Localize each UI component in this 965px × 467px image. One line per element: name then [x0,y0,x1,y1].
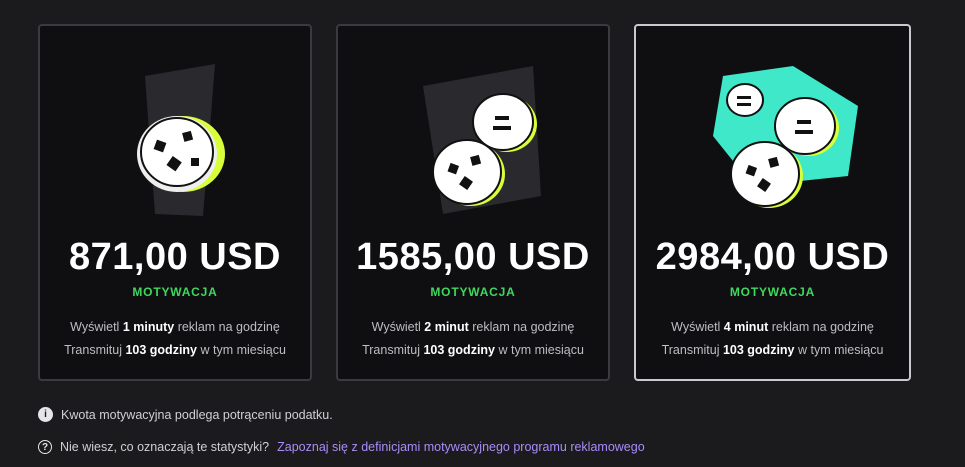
ad-minutes-requirement: Wyświetl 1 minuty reklam na godzinę [70,320,280,334]
incentive-card-2[interactable]: 1585,00 USD MOTYWACJA Wyświetl 2 minut r… [336,24,610,381]
tax-note-text: Kwota motywacyjna podlega potrąceniu pod… [61,407,333,422]
question-icon: ? [38,440,52,454]
stream-hours-requirement: Transmituj 103 godziny w tym miesiącu [661,343,884,357]
info-icon: i [38,407,53,422]
motivation-label: MOTYWACJA [132,285,218,299]
incentive-card-1[interactable]: 871,00 USD MOTYWACJA Wyświetl 1 minuty r… [38,24,312,381]
help-note: ? Nie wiesz, co oznaczają te statystyki?… [38,440,645,454]
incentive-card-3[interactable]: 2984,00 USD MOTYWACJA Wyświetl 4 minut r… [634,24,911,381]
definitions-link[interactable]: Zapoznaj się z definicjami motywacyjnego… [277,440,645,454]
stream-hours-requirement: Transmituj 103 godziny w tym miesiącu [362,343,584,357]
coin-illustration-single [40,46,310,241]
motivation-label: MOTYWACJA [430,285,516,299]
coin-illustration-triple [636,46,909,241]
tax-note: i Kwota motywacyjna podlega potrąceniu p… [38,407,333,422]
incentive-amount: 1585,00 USD [356,236,590,278]
incentive-amount: 871,00 USD [68,236,281,278]
coin-illustration-double [338,46,608,241]
ad-minutes-requirement: Wyświetl 4 minut reklam na godzinę [671,320,874,334]
incentive-amount: 2984,00 USD [655,236,890,278]
help-note-text: Nie wiesz, co oznaczają te statystyki? [60,440,270,454]
stream-hours-requirement: Transmituj 103 godziny w tym miesiącu [64,343,286,357]
ad-minutes-requirement: Wyświetl 2 minut reklam na godzinę [371,320,575,334]
motivation-label: MOTYWACJA [729,285,816,299]
